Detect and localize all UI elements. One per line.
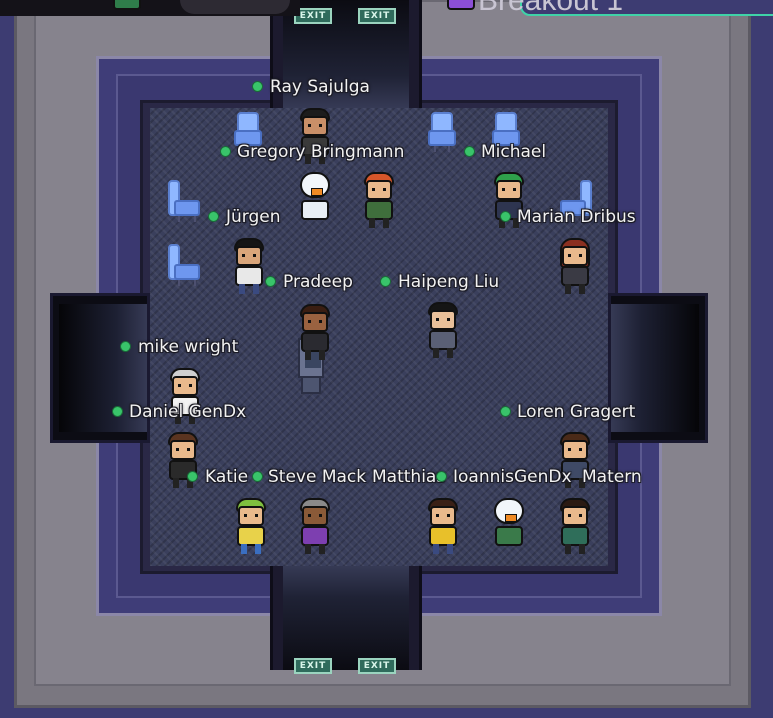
status-online-icon [500, 406, 511, 417]
avatar-matthias[interactable] [424, 498, 462, 556]
participant-name-label[interactable]: Daniel GenDx [129, 402, 246, 422]
avatar-haipeng-liu[interactable] [424, 302, 462, 360]
participant-name-label[interactable]: Matthias [372, 467, 445, 487]
status-online-icon [252, 81, 263, 92]
participant-name-label[interactable]: Jürgen [226, 207, 281, 227]
participant-name-label[interactable]: Steve Mack [268, 467, 366, 487]
chair[interactable] [428, 112, 456, 152]
video-tile[interactable] [180, 0, 290, 14]
status-online-icon [436, 471, 447, 482]
status-online-icon [112, 406, 123, 417]
avatar-steve-mack[interactable] [296, 498, 334, 556]
status-online-icon [464, 146, 475, 157]
status-online-icon [265, 276, 276, 287]
avatar-partial-top-left[interactable] [108, 0, 146, 20]
status-online-icon [252, 471, 263, 482]
exit-sign-south-right: EXIT [358, 658, 396, 674]
status-online-icon [187, 471, 198, 482]
avatar-jurgen[interactable] [296, 172, 334, 230]
chair[interactable] [166, 244, 200, 288]
participant-name-label[interactable]: Gregory Bringmann [237, 142, 404, 162]
avatar-green-hair[interactable] [232, 498, 270, 556]
participant-name-label[interactable]: IoannisGenDx [453, 467, 572, 487]
avatar-ioannisgendx[interactable] [490, 498, 528, 556]
exit-sign-north-right: EXIT [358, 8, 396, 24]
participant-name-label[interactable]: Katie [205, 467, 248, 487]
participant-name-label[interactable]: Haipeng Liu [398, 272, 499, 292]
participant-name-label[interactable]: Ray Sajulga [270, 77, 370, 97]
avatar-matern[interactable] [556, 498, 594, 556]
avatar-katie[interactable] [164, 432, 202, 490]
avatar-orange-hair[interactable] [360, 172, 398, 230]
participant-name-label[interactable]: Michael [481, 142, 546, 162]
status-online-icon [380, 276, 391, 287]
south-corridor[interactable] [270, 566, 422, 670]
exit-sign-south-left: EXIT [294, 658, 332, 674]
status-online-icon [500, 211, 511, 222]
avatar-red-hair[interactable] [556, 238, 594, 296]
room-title: Breakout 1 [478, 0, 624, 17]
avatar-center[interactable] [296, 304, 334, 362]
avatar-partial-top-right[interactable] [442, 0, 480, 20]
participant-name-label[interactable]: mike wright [138, 337, 238, 357]
chair[interactable] [166, 180, 200, 224]
status-online-icon [120, 341, 131, 352]
avatar-pradeep[interactable] [230, 238, 268, 296]
participant-name-label[interactable]: Pradeep [283, 272, 353, 292]
participant-name-label[interactable]: Marian Dribus [517, 207, 636, 227]
participant-name-label[interactable]: Matern [582, 467, 642, 487]
status-online-icon [220, 146, 231, 157]
status-online-icon [208, 211, 219, 222]
participant-name-label[interactable]: Loren Gragert [517, 402, 635, 422]
